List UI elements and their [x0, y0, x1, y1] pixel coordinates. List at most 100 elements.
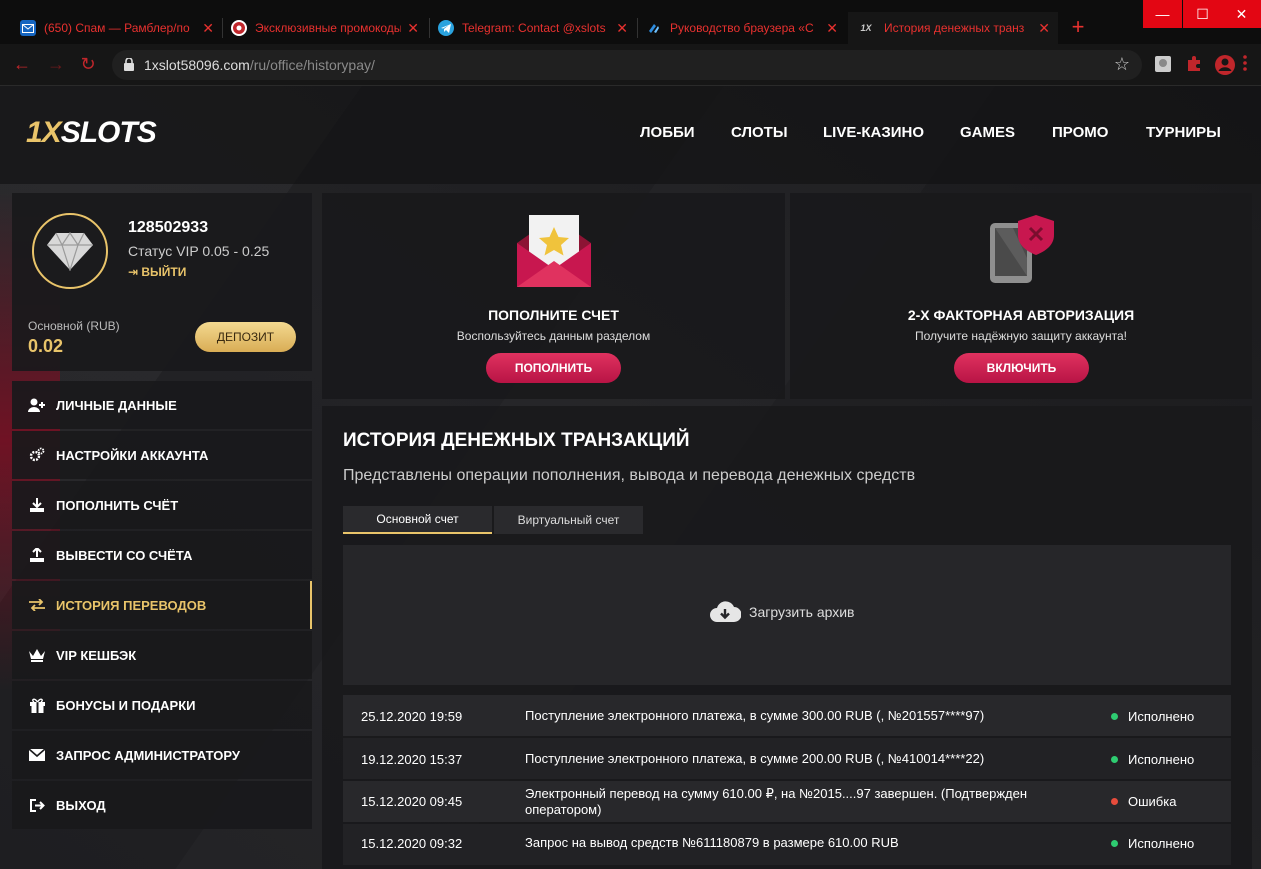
browser-tab-guide[interactable]: Руководство браузера «С ✕: [638, 12, 846, 44]
profile-card: 128502933 Статус VIP 0.05 - 0.25 ⇥ ВЫЙТИ…: [12, 193, 312, 371]
close-icon[interactable]: ✕: [616, 20, 628, 37]
tab-virtual-account[interactable]: Виртуальный счет: [494, 506, 643, 534]
bookmark-star-icon[interactable]: ☆: [1114, 54, 1130, 75]
menu-dots-icon[interactable]: [1243, 54, 1255, 76]
gift-icon: [28, 697, 46, 713]
transaction-description: Запрос на вывод средств №611180879 в раз…: [525, 835, 899, 850]
transaction-status: Исполнено: [1111, 836, 1194, 851]
page-subtitle: Представлены операции пополнения, вывода…: [343, 467, 916, 484]
nav-lobby[interactable]: ЛОББИ: [640, 124, 695, 141]
cloud-download-icon: [710, 601, 741, 622]
close-window-button[interactable]: ✕: [1222, 0, 1261, 28]
avatar: [32, 213, 108, 289]
transaction-date: 15.12.2020 09:32: [361, 836, 463, 851]
close-icon[interactable]: ✕: [1038, 20, 1050, 37]
tab-title: Telegram: Contact @xslots: [462, 21, 606, 35]
browser-tab-telegram[interactable]: Telegram: Contact @xslots ✕: [430, 12, 636, 44]
logout-link[interactable]: ⇥ ВЫЙТИ: [128, 265, 186, 279]
site-logo[interactable]: 1XSLOTS: [26, 116, 157, 150]
user-add-icon: [28, 397, 46, 413]
status-dot-icon: [1111, 798, 1118, 805]
address-bar[interactable]: 1xslot58096.com/ru/office/historypay/ ☆: [112, 50, 1142, 80]
nav-tournaments[interactable]: ТУРНИРЫ: [1146, 124, 1221, 141]
balance-label: Основной (RUB): [28, 319, 120, 333]
site-header: 1XSLOTS ЛОББИ СЛОТЫ LIVE-КАЗИНО GAMES ПР…: [0, 86, 1261, 184]
back-icon[interactable]: ←: [12, 54, 32, 74]
transaction-date: 25.12.2020 19:59: [361, 709, 463, 724]
sidebar-item-label: ВЫХОД: [56, 797, 106, 813]
forward-icon[interactable]: →: [46, 54, 66, 74]
tab-title: Эксклюзивные промокоды: [255, 21, 402, 35]
deposit-button[interactable]: ДЕПОЗИТ: [195, 322, 296, 352]
replenish-button[interactable]: ПОПОЛНИТЬ: [486, 353, 621, 383]
sidebar-item-label: ЛИЧНЫЕ ДАННЫЕ: [56, 397, 177, 413]
load-archive-button[interactable]: Загрузить архив: [709, 600, 855, 624]
sidebar-item-exit[interactable]: ВЫХОД: [12, 781, 312, 829]
browser-tab-mail[interactable]: (650) Спам — Рамблер/по ✕: [12, 12, 222, 44]
maximize-button[interactable]: ☐: [1183, 0, 1222, 28]
browser-guide-icon: [646, 20, 662, 36]
card-title: ПОПОЛНИТЕ СЧЕТ: [488, 307, 619, 323]
profile-icon[interactable]: [1214, 54, 1236, 76]
nav-live-casino[interactable]: LIVE-КАЗИНО: [823, 124, 924, 141]
sidebar-item-transfer-history[interactable]: ИСТОРИЯ ПЕРЕВОДОВ: [12, 581, 312, 629]
card-subtitle: Получите надёжную защиту аккаунта!: [914, 329, 1127, 343]
sidebar-item-admin-request[interactable]: ЗАПРОС АДМИНИСТРАТОРУ: [12, 731, 312, 779]
card-subtitle: Воспользуйтесь данным разделом: [456, 329, 651, 343]
puzzle-icon[interactable]: [1184, 54, 1206, 76]
sidebar-item-withdraw[interactable]: ВЫВЕСТИ СО СЧЁТА: [12, 531, 312, 579]
transaction-status: Исполнено: [1111, 709, 1194, 724]
balance-value: 0.02: [28, 336, 64, 356]
sidebar-item-label: НАСТРОЙКИ АККАУНТА: [56, 447, 209, 463]
browser-tab-promo[interactable]: Эксклюзивные промокоды ✕: [223, 12, 427, 44]
browser-tab-history[interactable]: 1X История денежных транз ✕: [848, 12, 1058, 44]
tab-title: Руководство браузера «С: [670, 21, 814, 35]
table-row: 19.12.2020 15:37 Поступление электронног…: [343, 738, 1231, 779]
status-dot-icon: [1111, 756, 1118, 763]
reload-icon[interactable]: ↻: [78, 54, 98, 74]
sidebar-item-vip-cashback[interactable]: VIP КЕШБЭК: [12, 631, 312, 679]
lock-icon: [124, 58, 134, 71]
sidebar-item-label: ИСТОРИЯ ПЕРЕВОДОВ: [56, 597, 207, 613]
download-icon: [28, 497, 46, 513]
logout-icon: [28, 797, 46, 813]
upload-icon: [28, 547, 46, 563]
new-tab-button[interactable]: +: [1066, 16, 1090, 40]
load-archive-label: Загрузить архив: [749, 604, 855, 620]
nav-slots[interactable]: СЛОТЫ: [731, 124, 788, 141]
transaction-description: Поступление электронного платежа, в сумм…: [525, 751, 985, 766]
exchange-icon: [28, 597, 46, 613]
envelope-star-icon: [517, 215, 591, 287]
close-icon[interactable]: ✕: [202, 20, 214, 37]
close-icon[interactable]: ✕: [407, 20, 419, 37]
sidebar-item-bonuses[interactable]: БОНУСЫ И ПОДАРКИ: [12, 681, 312, 729]
transaction-description: Поступление электронного платежа, в сумм…: [525, 708, 985, 723]
sidebar-item-account-settings[interactable]: НАСТРОЙКИ АККАУНТА: [12, 431, 312, 479]
transaction-status: Исполнено: [1111, 752, 1194, 767]
transaction-date: 19.12.2020 15:37: [361, 752, 463, 767]
enable-2fa-button[interactable]: ВКЛЮЧИТЬ: [954, 353, 1089, 383]
minimize-button[interactable]: —: [1143, 0, 1182, 28]
deposit-promo-card: ПОПОЛНИТЕ СЧЕТ Воспользуйтесь данным раз…: [322, 193, 785, 399]
nav-games[interactable]: GAMES: [960, 124, 1015, 141]
nav-promo[interactable]: ПРОМО: [1052, 124, 1108, 141]
transaction-status: Ошибка: [1111, 794, 1176, 809]
1x-icon: 1X: [860, 23, 872, 33]
gears-icon: [28, 447, 46, 463]
card-title: 2-Х ФАКТОРНАЯ АВТОРИЗАЦИЯ: [907, 307, 1135, 323]
close-icon[interactable]: ✕: [826, 20, 838, 37]
browser-tabstrip: (650) Спам — Рамблер/по ✕ Эксклюзивные п…: [0, 0, 1261, 44]
sidebar-item-label: VIP КЕШБЭК: [56, 647, 137, 663]
crown-icon: [28, 647, 46, 663]
tab-main-account[interactable]: Основной счет: [343, 506, 492, 534]
status-dot-icon: [1111, 840, 1118, 847]
status-dot-icon: [1111, 713, 1118, 720]
transaction-history-panel: ИСТОРИЯ ДЕНЕЖНЫХ ТРАНЗАКЦИЙ Представлены…: [322, 406, 1252, 869]
browser-toolbar: ← → ↻ 1xslot58096.com/ru/office/historyp…: [0, 44, 1261, 86]
sidebar-item-label: ПОПОЛНИТЬ СЧЁТ: [56, 497, 179, 513]
sidebar-item-personal-data[interactable]: ЛИЧНЫЕ ДАННЫЕ: [12, 381, 312, 429]
page-title: ИСТОРИЯ ДЕНЕЖНЫХ ТРАНЗАКЦИЙ: [343, 430, 690, 451]
mail-icon: [20, 20, 36, 36]
extension-icon[interactable]: [1153, 54, 1175, 76]
sidebar-item-deposit[interactable]: ПОПОЛНИТЬ СЧЁТ: [12, 481, 312, 529]
